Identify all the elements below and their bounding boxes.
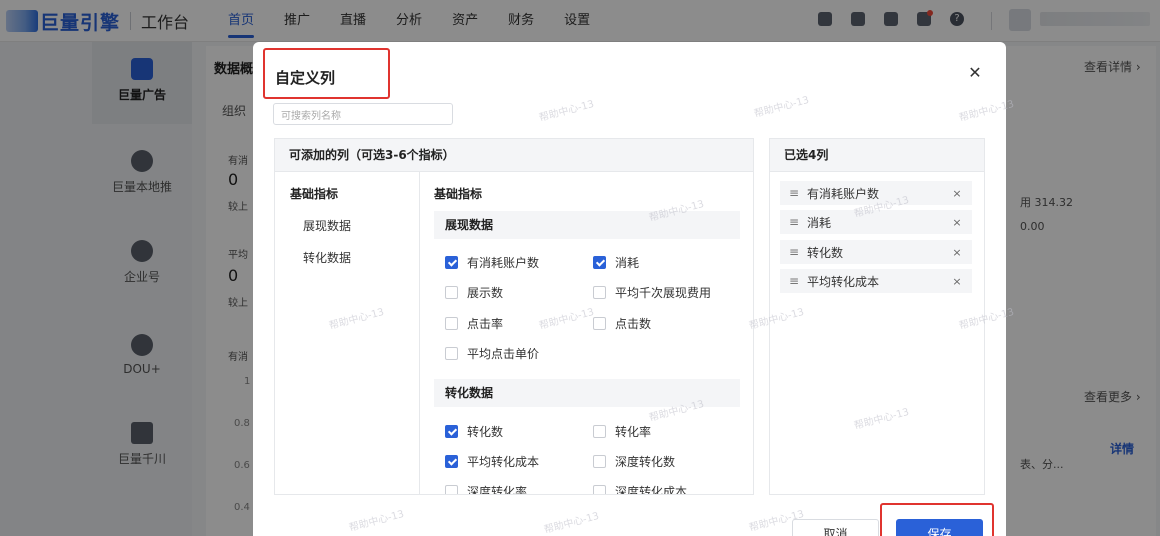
metric-label: 消耗 <box>615 256 640 270</box>
selected-columns-panel: 已选4列 ≡ 有消耗账户数 × ≡ 消耗 × ≡ 转化数 × ≡ 平均转化成本 … <box>769 138 985 495</box>
remove-icon[interactable]: × <box>950 216 964 229</box>
checkbox[interactable] <box>445 485 458 494</box>
metric-label: 转化数 <box>467 425 504 439</box>
category-list: 基础指标 展现数据 转化数据 <box>275 172 420 494</box>
metric-label: 有消耗账户数 <box>467 256 540 270</box>
selected-column-label: 消耗 <box>807 215 832 230</box>
selected-column-label: 有消耗账户数 <box>807 186 880 201</box>
cancel-button[interactable]: 取消 <box>792 519 879 536</box>
customize-columns-modal: 自定义列 ✕ 可添加的列（可选3-6个指标） 基础指标 展现数据 转化数据 基础… <box>253 42 1015 536</box>
checkbox[interactable] <box>593 485 606 494</box>
metric-label: 深度转化数 <box>615 455 676 469</box>
checkbox[interactable] <box>445 455 458 468</box>
checkbox[interactable] <box>593 256 606 269</box>
checkbox[interactable] <box>445 317 458 330</box>
metric-checkbox-row[interactable]: 展示数 <box>445 284 503 301</box>
selected-column-label: 平均转化成本 <box>807 274 880 289</box>
metric-checkbox-row[interactable]: 平均点击单价 <box>445 345 539 362</box>
metric-checkbox-row[interactable]: 深度转化率 <box>445 483 527 494</box>
selected-column-label: 转化数 <box>807 245 844 260</box>
checkbox[interactable] <box>593 425 606 438</box>
metric-checkbox-row[interactable]: 转化数 <box>445 423 503 440</box>
drag-handle-icon[interactable]: ≡ <box>789 245 799 259</box>
highlight-box-title <box>263 48 390 99</box>
group-header-conversion: 转化数据 <box>434 379 740 407</box>
selected-column-item[interactable]: ≡ 有消耗账户数 × <box>780 181 972 205</box>
category-impression[interactable]: 展现数据 <box>303 217 351 234</box>
checkbox[interactable] <box>593 317 606 330</box>
metric-label: 点击率 <box>467 317 504 331</box>
checkbox[interactable] <box>593 286 606 299</box>
category-header[interactable]: 基础指标 <box>290 185 338 202</box>
metric-label: 平均转化成本 <box>467 455 540 469</box>
column-search-field[interactable] <box>273 103 453 127</box>
checkbox[interactable] <box>593 455 606 468</box>
checkbox[interactable] <box>445 256 458 269</box>
category-conversion[interactable]: 转化数据 <box>303 249 351 266</box>
remove-icon[interactable]: × <box>950 275 964 288</box>
group-header-impression: 展现数据 <box>434 211 740 239</box>
metric-checkbox-row[interactable]: 深度转化数 <box>593 453 675 470</box>
metric-checkbox-row[interactable]: 点击数 <box>593 315 651 332</box>
selected-column-item[interactable]: ≡ 平均转化成本 × <box>780 269 972 293</box>
watermark: 帮助中心-13 <box>753 94 811 121</box>
metric-checkbox-row[interactable]: 点击率 <box>445 315 503 332</box>
metric-checkbox-row[interactable]: 深度转化成本 <box>593 483 687 494</box>
metric-checkbox-row[interactable]: 平均转化成本 <box>445 453 539 470</box>
close-icon[interactable]: ✕ <box>966 64 984 82</box>
selected-column-item[interactable]: ≡ 消耗 × <box>780 210 972 234</box>
watermark: 帮助中心-13 <box>348 508 406 535</box>
metric-label: 平均点击单价 <box>467 347 540 361</box>
metric-checkbox-row[interactable]: 有消耗账户数 <box>445 254 539 271</box>
checkbox[interactable] <box>445 425 458 438</box>
metric-checkbox-row[interactable]: 平均千次展现费用 <box>593 284 711 301</box>
checkbox[interactable] <box>445 347 458 360</box>
metric-label: 深度转化成本 <box>615 485 688 494</box>
drag-handle-icon[interactable]: ≡ <box>789 186 799 200</box>
available-columns-panel: 可添加的列（可选3-6个指标） 基础指标 展现数据 转化数据 基础指标 展现数据… <box>274 138 754 495</box>
column-search-input[interactable] <box>274 106 452 127</box>
metrics-list: 基础指标 展现数据 有消耗账户数 消耗 展示数 平均千次展现费用 点击率 点击数… <box>421 172 754 494</box>
metric-checkbox-row[interactable]: 消耗 <box>593 254 639 271</box>
metrics-header: 基础指标 <box>434 187 483 201</box>
remove-icon[interactable]: × <box>950 187 964 200</box>
watermark: 帮助中心-13 <box>543 510 601 536</box>
available-columns-header: 可添加的列（可选3-6个指标） <box>275 139 753 172</box>
highlight-box-save <box>880 503 994 536</box>
checkbox[interactable] <box>445 286 458 299</box>
watermark: 帮助中心-13 <box>538 98 596 125</box>
metric-label: 平均千次展现费用 <box>615 286 712 300</box>
metric-checkbox-row[interactable]: 转化率 <box>593 423 651 440</box>
drag-handle-icon[interactable]: ≡ <box>789 215 799 229</box>
metric-label: 转化率 <box>615 425 652 439</box>
selected-columns-header: 已选4列 <box>770 139 984 172</box>
metric-label: 展示数 <box>467 286 504 300</box>
metric-label: 点击数 <box>615 317 652 331</box>
remove-icon[interactable]: × <box>950 246 964 259</box>
selected-column-item[interactable]: ≡ 转化数 × <box>780 240 972 264</box>
metric-label: 深度转化率 <box>467 485 528 494</box>
drag-handle-icon[interactable]: ≡ <box>789 274 799 288</box>
